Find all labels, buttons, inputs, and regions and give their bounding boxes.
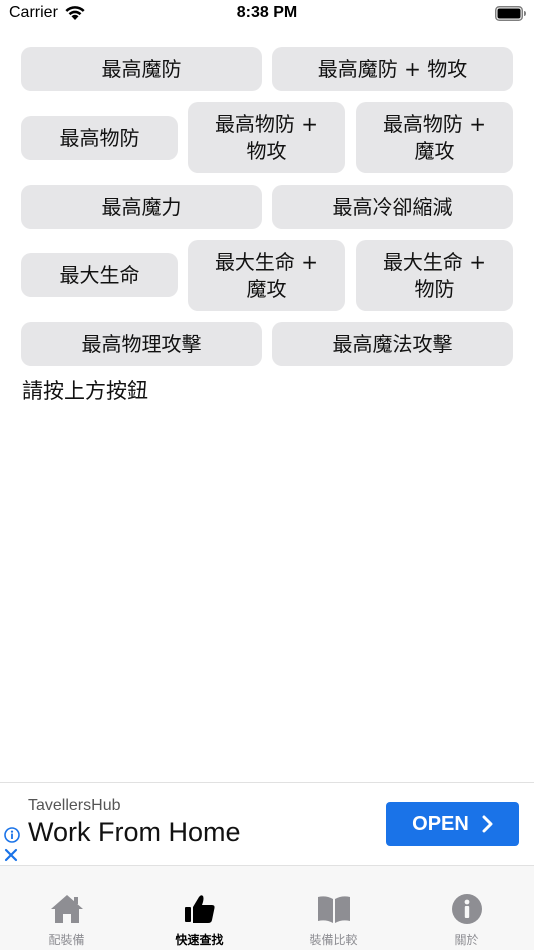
tab-equip[interactable]: 配裝備 [0, 866, 133, 950]
ad-headline[interactable]: Work From Home [28, 817, 241, 848]
ad-source: TavellersHub [28, 797, 121, 814]
house-icon [50, 895, 83, 923]
info-icon [451, 894, 482, 924]
tab-bar: 配裝備 快速查找 裝備比較 關於 [0, 866, 534, 950]
ad-banner[interactable]: TavellersHub Work From Home OPEN [0, 782, 534, 866]
max-physical-defense-physical-attack-button[interactable]: 最高物防 + 物攻 [188, 102, 345, 173]
hint-text: 請按上方按鈕 [22, 379, 148, 403]
tab-label: 配裝備 [48, 933, 85, 947]
ad-info-icon[interactable] [4, 827, 20, 843]
tab-label: 裝備比較 [309, 933, 358, 947]
thumbs-up-icon [184, 895, 215, 923]
tab-about[interactable]: 關於 [400, 866, 533, 950]
max-cooldown-reduction-button[interactable]: 最高冷卻縮減 [272, 185, 513, 229]
max-physical-defense-button[interactable]: 最高物防 [21, 116, 178, 160]
battery-icon [495, 6, 526, 21]
max-hp-magic-attack-button[interactable]: 最大生命 + 魔攻 [188, 240, 345, 311]
max-magic-power-button[interactable]: 最高魔力 [21, 185, 262, 229]
ad-open-label: OPEN [412, 812, 469, 835]
book-icon [317, 896, 350, 923]
max-magic-defense-button[interactable]: 最高魔防 [21, 47, 262, 91]
max-physical-attack-button[interactable]: 最高物理攻擊 [21, 322, 262, 366]
max-hp-button[interactable]: 最大生命 [21, 253, 178, 297]
tab-quick-lookup[interactable]: 快速查找 [133, 866, 266, 950]
status-bar: Carrier 8:38 PM [0, 0, 534, 30]
tab-label: 關於 [454, 933, 479, 947]
max-physical-defense-magic-attack-button[interactable]: 最高物防 + 魔攻 [356, 102, 513, 173]
max-magic-attack-button[interactable]: 最高魔法攻擊 [272, 322, 513, 366]
max-magic-defense-physical-attack-button[interactable]: 最高魔防 + 物攻 [272, 47, 513, 91]
ad-open-button[interactable]: OPEN [386, 802, 519, 846]
chevron-right-icon [482, 815, 493, 833]
tab-compare[interactable]: 裝備比較 [267, 866, 400, 950]
ad-close-icon[interactable] [4, 848, 18, 862]
clock: 8:38 PM [236, 4, 298, 21]
tab-label: 快速查找 [175, 933, 224, 947]
max-hp-physical-defense-button[interactable]: 最大生命 + 物防 [356, 240, 513, 311]
